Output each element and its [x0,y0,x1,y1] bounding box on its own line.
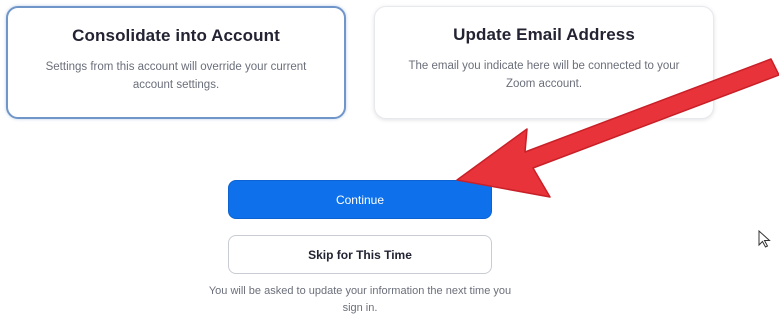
consolidate-account-title: Consolidate into Account [72,26,280,45]
annotation-arrow-icon [456,58,779,198]
update-email-title: Update Email Address [453,25,635,44]
skip-for-this-time-button[interactable]: Skip for This Time [228,235,492,274]
consolidate-account-description: Settings from this account will override… [45,61,307,91]
account-merge-dialog: Consolidate into Account Settings from t… [0,0,779,317]
consolidate-account-option[interactable]: Consolidate into Account Settings from t… [6,6,346,119]
sign-in-reminder-note: You will be asked to update your informa… [208,285,512,314]
continue-button[interactable]: Continue [228,180,492,219]
mouse-cursor-icon [758,230,771,248]
